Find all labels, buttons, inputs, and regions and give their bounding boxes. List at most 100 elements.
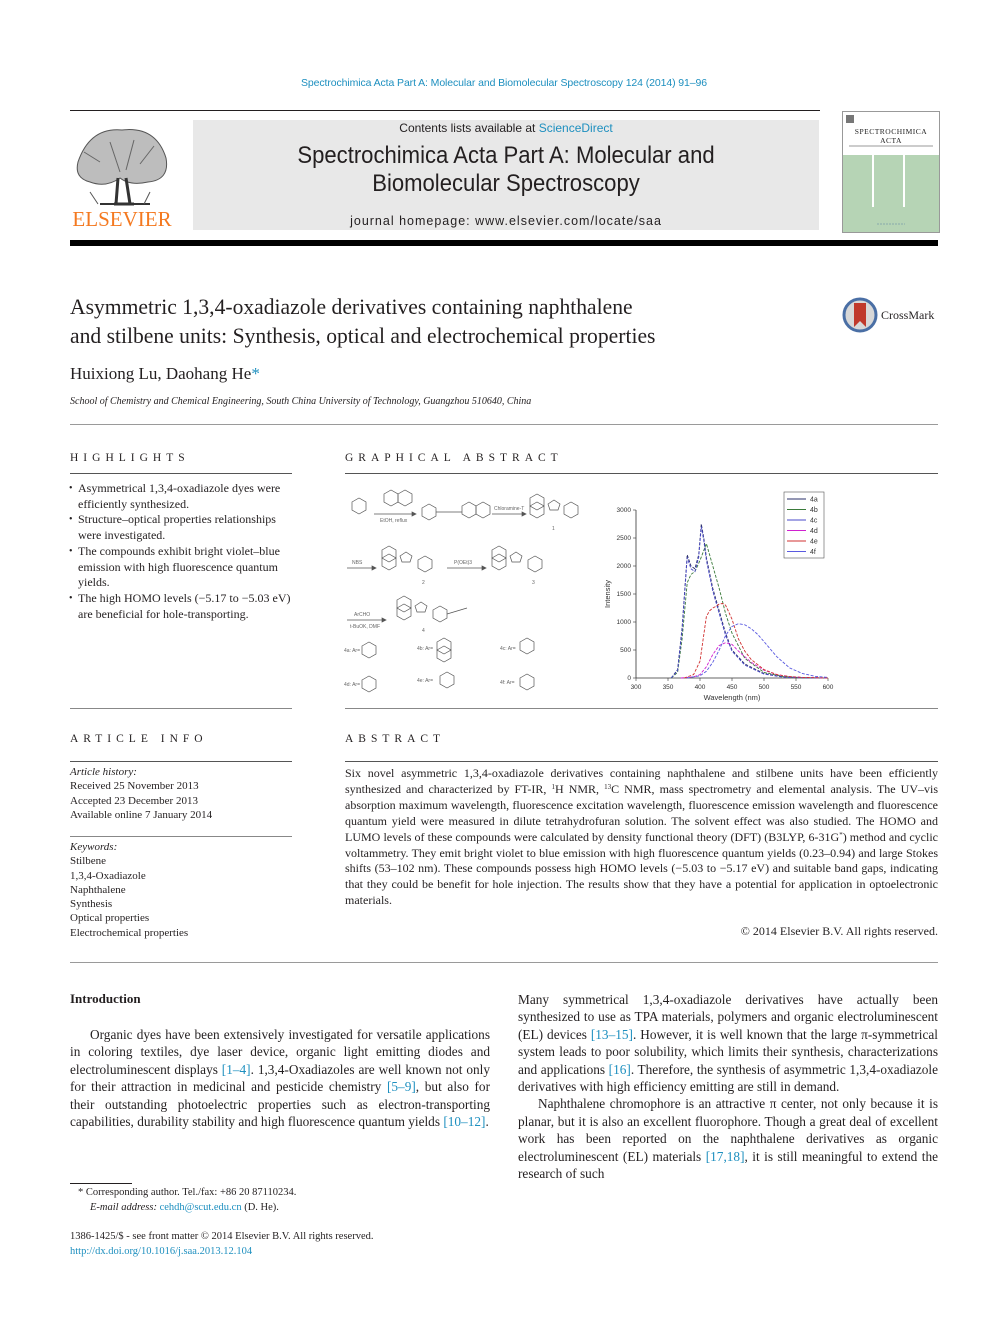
cover-title-line2: ACTA: [880, 136, 902, 145]
substituent-label: 4d: Ar=: [344, 682, 360, 688]
introduction-heading: Introduction: [70, 991, 141, 1006]
x-tick-label: 450: [727, 684, 738, 691]
series-line-4e: [683, 603, 829, 679]
keyword: Naphthalene: [70, 883, 126, 896]
highlight-item: Asymmetrical 1,3,4-oxadiazole dyes were …: [69, 481, 294, 512]
article-history: Article history: Received 25 November 20…: [70, 765, 292, 822]
superscript: *: [839, 830, 843, 839]
chart-svg: 300 350 400 450 500 550 600 0 500 1000 1500 2000 250…: [603, 491, 834, 702]
highlight-item: Structure–optical properties relationshi…: [69, 512, 294, 543]
legend-label: 4a: [810, 497, 818, 504]
graphical-abstract-bottom-rule: [345, 708, 938, 709]
reaction-scheme-icon: 1 2 3 4 EtOH, reflux Chloramine-T NBS P(…: [344, 489, 579, 693]
reagent-label: NBS: [352, 560, 363, 566]
elsevier-tree-icon: [76, 129, 168, 206]
email-link[interactable]: cehdh@scut.edu.cn: [160, 1202, 242, 1213]
highlights-rule: [70, 473, 292, 474]
legend-label: 4f: [810, 549, 816, 556]
article-title-line1: Asymmetric 1,3,4-oxadiazole derivatives …: [70, 294, 633, 319]
doi-link[interactable]: http://dx.doi.org/10.1016/j.saa.2013.12.…: [70, 1245, 373, 1260]
x-tick-label: 350: [663, 684, 674, 691]
author-list: Huixiong Lu, Daohang He*: [70, 364, 260, 384]
elsevier-logo[interactable]: ELSEVIER: [70, 122, 174, 232]
keyword: 1,3,4-Oxadiazole: [70, 869, 146, 882]
abstract-bottom-divider: [70, 962, 938, 963]
keyword: Electrochemical properties: [70, 926, 189, 939]
elsevier-wordmark: ELSEVIER: [72, 207, 172, 231]
crossmark-label: CrossMark: [881, 308, 935, 322]
citation-link[interactable]: [16]: [609, 1062, 631, 1077]
citation-link[interactable]: [10–12]: [443, 1114, 485, 1129]
keyword: Synthesis: [70, 898, 113, 911]
x-tick-label: 600: [823, 684, 834, 691]
crossmark-button[interactable]: CrossMark: [842, 297, 942, 333]
citation-link[interactable]: [1–4]: [222, 1062, 251, 1077]
email-note: E-mail address: cehdh@scut.edu.cn (D. He…: [70, 1200, 296, 1215]
superscript: 13: [604, 782, 612, 791]
issn-block: 1386-1425/$ - see front matter © 2014 El…: [70, 1230, 373, 1259]
citation-link[interactable]: [13–15]: [591, 1027, 633, 1042]
paragraph-text: .: [485, 1114, 489, 1130]
received-date: Received 25 November 2013: [70, 780, 199, 793]
legend-label: 4c: [810, 518, 818, 525]
abstract-rule: [345, 761, 938, 762]
header-thick-rule: [70, 240, 938, 246]
crossmark-icon: [842, 297, 878, 333]
article-info-heading: ARTICLE INFO: [70, 733, 208, 745]
email-label: E-mail address:: [90, 1202, 157, 1214]
citation-link[interactable]: [5–9]: [387, 1079, 416, 1094]
emission-spectrum-chart: 300 350 400 450 500 550 600 0 500 1000 1500 2000 250…: [600, 488, 840, 703]
compound-label: 3: [532, 580, 535, 586]
y-tick-label: 3000: [617, 507, 632, 514]
y-tick-label: 1500: [617, 591, 632, 598]
accepted-date: Accepted 23 December 2013: [70, 794, 198, 807]
reagent-label: Chloramine-T: [494, 506, 524, 512]
highlight-item: The compounds exhibit bright violet–blue…: [69, 544, 294, 591]
authors-text: Huixiong Lu, Daohang He: [70, 364, 252, 383]
journal-title-line2: Biomolecular Spectroscopy: [372, 170, 640, 197]
sciencedirect-link[interactable]: ScienceDirect: [539, 121, 613, 135]
intro-paragraph-2: Many symmetrical 1,3,4-oxadiazole deriva…: [518, 991, 938, 1095]
keywords-rule: [70, 836, 292, 837]
journal-cover[interactable]: SPECTROCHIMICA ACTA: [842, 111, 940, 233]
graphical-abstract-rule: [345, 473, 938, 474]
y-tick-label: 1000: [617, 619, 632, 626]
issn-line: 1386-1425/$ - see front matter © 2014 El…: [70, 1231, 374, 1242]
article-info-rule: [70, 761, 292, 762]
abstract-body: Six novel asymmetric 1,3,4-oxadiazole de…: [345, 766, 938, 909]
compound-label: 4: [422, 628, 425, 634]
superscript: 1: [551, 782, 555, 791]
intro-paragraph-1: Organic dyes have been extensively inves…: [70, 1026, 490, 1130]
reagent-label: P(OEt)3: [454, 560, 472, 566]
legend-label: 4b: [810, 507, 818, 514]
cover-title-line1: SPECTROCHIMICA: [854, 127, 928, 136]
legend-box: [783, 491, 825, 559]
footnote-star: *: [78, 1187, 84, 1198]
reagent-label: ArCHO: [354, 612, 370, 618]
x-tick-label: 500: [759, 684, 770, 691]
intro-column-2: Many symmetrical 1,3,4-oxadiazole deriva…: [518, 991, 938, 1182]
copyright-notice: © 2014 Elsevier B.V. All rights reserved…: [740, 924, 938, 938]
corresponding-author-mark[interactable]: *: [251, 364, 260, 383]
journal-title: Spectrochimica Acta Part A: Molecular an…: [218, 142, 794, 198]
highlight-item: The high HOMO levels (−5.17 to −5.03 eV)…: [69, 591, 294, 622]
x-tick-label: 550: [791, 684, 802, 691]
keywords-label: Keywords:: [70, 841, 118, 853]
journal-reference[interactable]: Spectrochimica Acta Part A: Molecular an…: [0, 77, 992, 89]
highlights-list: Asymmetrical 1,3,4-oxadiazole dyes were …: [69, 481, 294, 622]
footnote: * Corresponding author. Tel./fax: +86 20…: [70, 1185, 296, 1216]
section-divider: [70, 424, 938, 425]
journal-homepage[interactable]: journal homepage: www.elsevier.com/locat…: [193, 214, 819, 228]
contents-prefix: Contents lists available at: [399, 121, 539, 135]
email-suffix: (D. He).: [241, 1202, 279, 1214]
series-line-4f: [687, 623, 829, 679]
online-date: Available online 7 January 2014: [70, 808, 213, 821]
keywords: Keywords: Stilbene 1,3,4-Oxadiazole Naph…: [70, 840, 292, 940]
citation-link[interactable]: [17,18]: [706, 1149, 745, 1164]
affiliation: School of Chemistry and Chemical Enginee…: [70, 396, 532, 407]
compound-label: 1: [552, 526, 555, 532]
article-title: Asymmetric 1,3,4-oxadiazole derivatives …: [70, 292, 780, 350]
x-tick-label: 400: [695, 684, 706, 691]
y-tick-label: 0: [627, 675, 631, 682]
graphical-abstract-heading: GRAPHICAL ABSTRACT: [345, 452, 563, 464]
